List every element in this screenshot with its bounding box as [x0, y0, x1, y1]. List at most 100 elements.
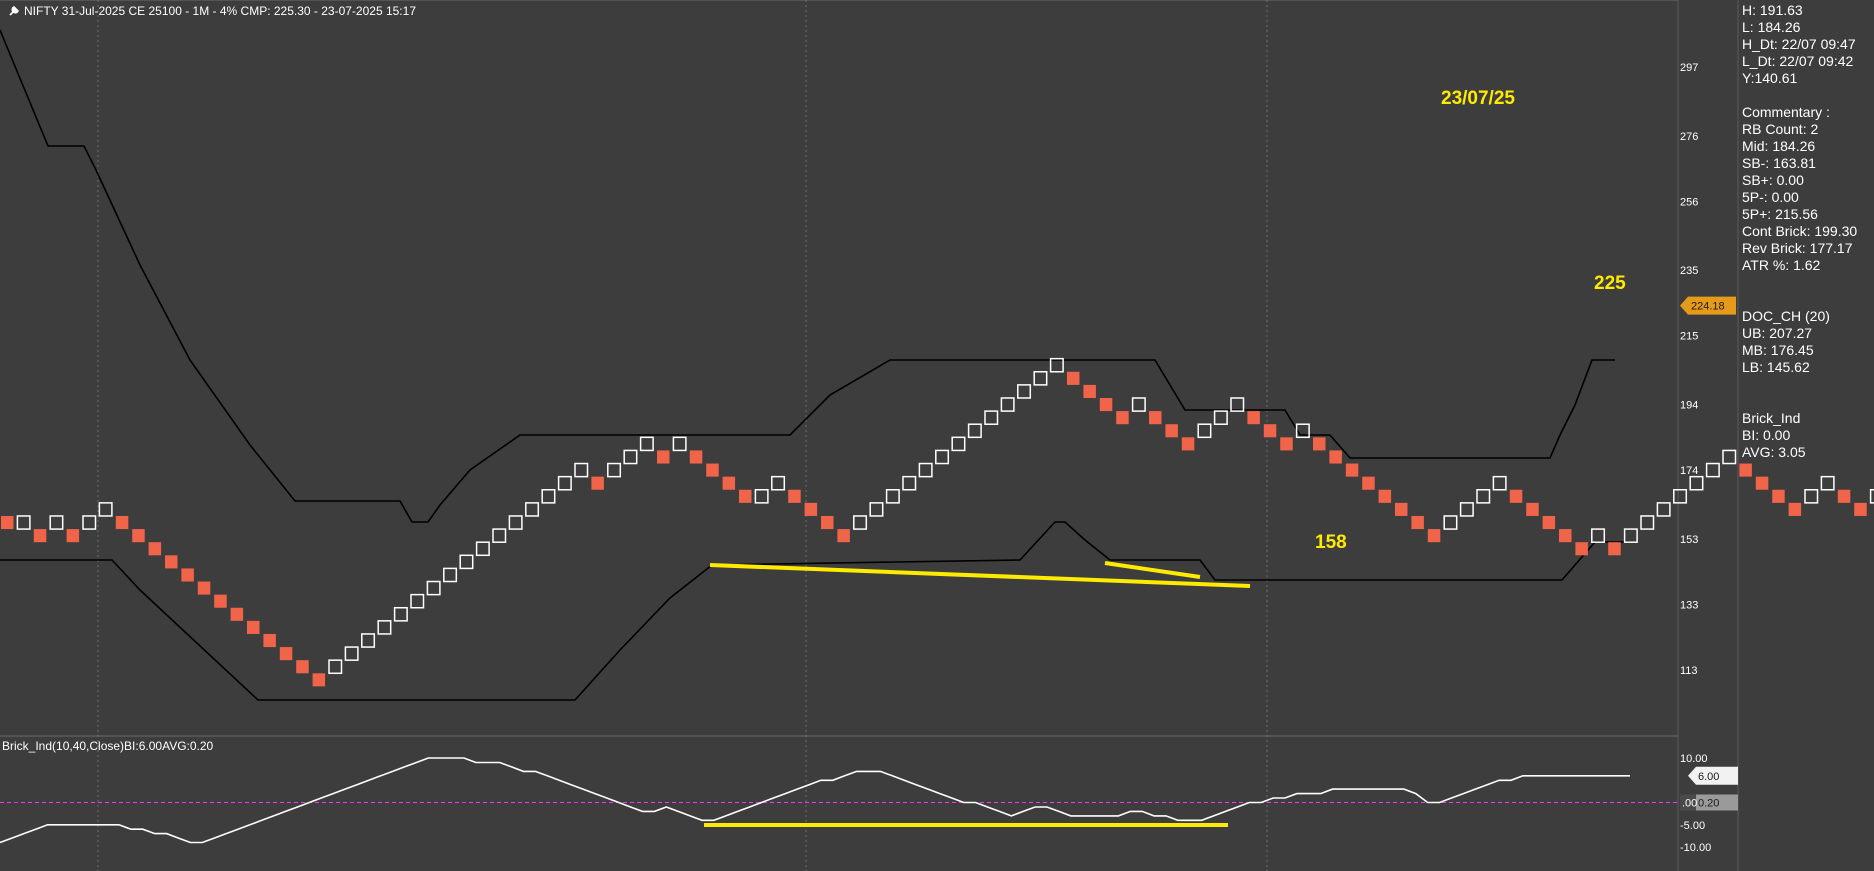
down-brick [591, 476, 604, 490]
up-brick [1459, 502, 1474, 517]
down-brick [1608, 542, 1621, 556]
up-brick [623, 449, 638, 465]
down-brick [821, 515, 834, 530]
up-brick [1623, 528, 1638, 543]
info-line: Mid: 184.26 [1742, 138, 1816, 154]
down-brick [1067, 371, 1080, 385]
up-brick [902, 475, 917, 491]
up-brick [475, 541, 490, 557]
down-brick [214, 594, 227, 608]
up-brick [328, 659, 343, 675]
info-line: SB+: 0.00 [1742, 172, 1804, 188]
up-brick [984, 410, 999, 425]
up-brick [1705, 462, 1720, 478]
down-brick [1247, 411, 1260, 425]
y-tick-label: 113 [1680, 665, 1698, 677]
down-brick [1263, 424, 1277, 438]
indicator-label: Brick_Ind(10,40,Close)BI:6.00AVG:0.20 [2, 739, 214, 753]
up-brick [754, 489, 769, 504]
up-brick [1000, 397, 1015, 412]
down-brick [1345, 463, 1359, 477]
up-brick [1033, 371, 1048, 386]
y-tick-label: 215 [1680, 331, 1698, 343]
up-brick [1230, 397, 1245, 412]
info-line: 5P+: 215.56 [1742, 206, 1818, 222]
up-brick [557, 475, 572, 491]
up-brick [1673, 489, 1688, 504]
down-brick [1083, 384, 1096, 398]
info-line: L: 184.26 [1742, 19, 1801, 35]
info-line: H: 191.63 [1742, 2, 1803, 18]
down-brick [1837, 489, 1851, 503]
annotation-158: 158 [1315, 532, 1347, 553]
up-brick [967, 423, 982, 439]
up-brick [393, 606, 408, 622]
up-brick [607, 462, 622, 478]
down-brick [1411, 515, 1424, 530]
info-line: Commentary : [1742, 104, 1830, 120]
up-brick [853, 515, 868, 530]
down-brick [312, 673, 326, 687]
down-brick [296, 660, 309, 674]
down-brick [1739, 463, 1752, 477]
info-line [1742, 291, 1874, 308]
down-brick [1329, 450, 1342, 464]
up-brick [885, 489, 900, 504]
info-line [1742, 274, 1874, 291]
down-brick [230, 607, 244, 621]
info-line: MB: 176.45 [1742, 342, 1814, 358]
info-line: 5P-: 0.00 [1742, 189, 1799, 205]
down-brick [739, 489, 752, 503]
down-brick [279, 647, 293, 661]
info-line: H_Dt: 22/07 09:47 [1742, 36, 1856, 52]
chart-canvas[interactable]: 297 276 256 235 215 194 174 153 133 113 23/07/25 22… [0, 0, 1874, 871]
down-brick [837, 529, 850, 543]
channel-upper-line [0, 29, 1615, 523]
down-brick [1181, 437, 1195, 451]
down-brick [1099, 397, 1113, 412]
up-brick [1476, 489, 1491, 504]
wrench-icon[interactable] [8, 5, 20, 17]
down-brick [33, 529, 47, 543]
indicator-tick-label: -10.00 [1680, 842, 1711, 854]
y-tick-label: 256 [1680, 196, 1698, 208]
info-line: UB: 207.27 [1742, 325, 1813, 341]
down-brick [657, 450, 670, 464]
down-brick [1526, 502, 1539, 516]
down-brick [1362, 476, 1375, 490]
y-tick-label: 153 [1680, 534, 1698, 546]
down-brick [181, 568, 194, 582]
down-brick [788, 489, 801, 503]
down-brick [197, 581, 211, 595]
info-line: DOC_CH (20) [1742, 308, 1830, 324]
y-tick-label: 235 [1680, 265, 1698, 277]
y-tick-label: 194 [1680, 400, 1698, 412]
up-brick [1443, 515, 1458, 530]
down-brick [1149, 411, 1162, 425]
chart-window: 297 276 256 235 215 194 174 153 133 113 23/07/25 22… [0, 0, 1874, 871]
up-brick [426, 580, 441, 596]
y-tick-label: 133 [1680, 599, 1698, 611]
up-brick [1197, 423, 1212, 439]
up-brick [361, 633, 376, 648]
down-brick [722, 476, 736, 490]
brick-ind-line [0, 757, 1630, 844]
down-brick [66, 529, 80, 543]
info-line: Rev Brick: 177.17 [1742, 240, 1853, 256]
info-line [1742, 376, 1874, 393]
down-brick [1854, 502, 1867, 516]
up-brick [951, 436, 966, 452]
up-brick [1591, 528, 1606, 543]
info-panel: H: 191.63 L: 184.26 H_Dt: 22/07 09:47 L_Dt:… [1742, 2, 1874, 461]
down-brick [1509, 489, 1523, 503]
up-brick [1722, 449, 1737, 465]
down-brick [148, 542, 162, 556]
up-brick [1820, 475, 1835, 491]
up-brick [492, 528, 507, 543]
chart-header: NIFTY 31-Jul-2025 CE 25100 - 1M - 4% CMP… [8, 4, 416, 18]
up-brick [574, 462, 589, 478]
down-brick [1, 515, 14, 530]
down-brick [804, 502, 818, 516]
up-brick [1492, 475, 1507, 491]
indicator-value-label: 6.00 [1698, 771, 1719, 783]
